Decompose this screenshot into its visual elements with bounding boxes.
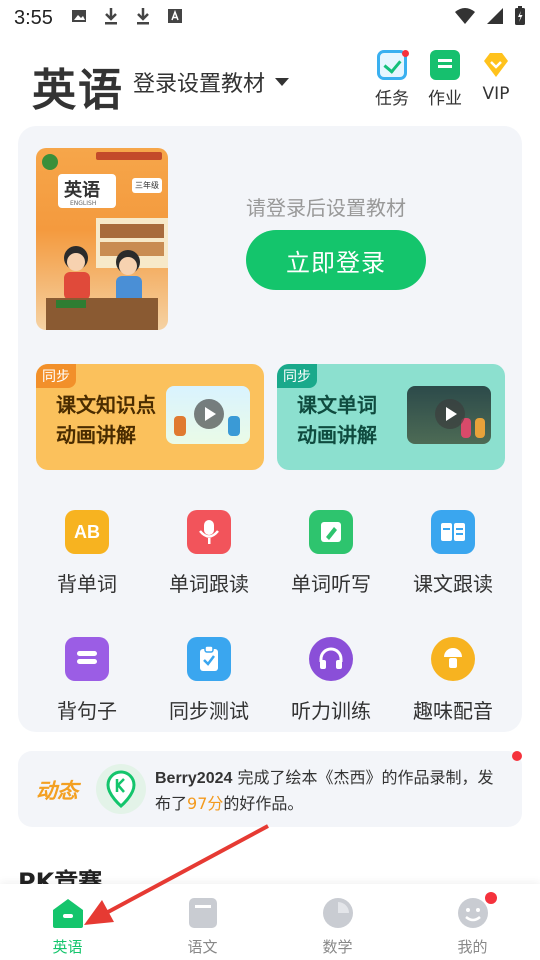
task-badge-dot: [402, 50, 409, 57]
status-bar: 3:55: [0, 0, 540, 36]
microphone-icon: [187, 510, 231, 554]
feature-label: 同步测试: [169, 699, 249, 723]
course-title: 课文单词 动画讲解: [297, 390, 377, 450]
feature-label: 单词听写: [291, 572, 371, 596]
feed-score: 97分: [187, 794, 224, 813]
feature-label: 背句子: [57, 699, 117, 723]
dubbing-lamp-icon: [431, 637, 475, 681]
textbook-selector-label: 登录设置教材: [133, 72, 266, 97]
download-icon: [103, 7, 119, 29]
feed-text-after: 的好作品。: [223, 794, 304, 813]
cover-illustration: [46, 218, 168, 330]
cover-subtitle: ENGLISH: [70, 200, 97, 207]
wifi-icon: [454, 7, 476, 30]
header: 英语 登录设置教材 任务 作业 VIP: [0, 46, 540, 116]
publisher-logo-icon: [42, 154, 58, 170]
feature-label: 听力训练: [291, 699, 371, 723]
textbook-selector[interactable]: 登录设置教材: [133, 66, 290, 98]
feature-listening-training[interactable]: 听力训练: [270, 637, 392, 724]
course-title-line2: 动画讲解: [56, 423, 136, 447]
ab-letters-icon: AB: [65, 510, 109, 554]
login-prompt: 请登录后设置教材: [246, 196, 406, 220]
sentence-lines-icon: [65, 637, 109, 681]
course-title-line1: 课文单词: [297, 393, 377, 417]
nav-label: 英语: [52, 938, 83, 956]
feed-avatar: [96, 764, 146, 814]
sync-tag: 同步: [36, 364, 76, 388]
chinese-book-icon: [185, 896, 221, 930]
caret-down-icon: [275, 78, 290, 86]
vip-button[interactable]: VIP: [472, 50, 520, 104]
task-label: 任务: [375, 89, 409, 109]
vip-diamond-icon: [481, 50, 511, 80]
bottom-nav: 英语 语文 数学 我的: [0, 884, 540, 960]
feature-memorize-sentences[interactable]: 背句子: [26, 637, 148, 724]
play-icon: [435, 399, 465, 429]
nav-profile[interactable]: 我的: [405, 884, 540, 960]
feature-label: 单词跟读: [169, 572, 249, 596]
status-time: 3:55: [14, 6, 53, 29]
cover-header-strip: [96, 152, 162, 160]
feature-fun-dubbing[interactable]: 趣味配音: [392, 637, 514, 724]
feed-text: Berry2024 完成了绘本《杰西》的作品录制，发布了97分的好作品。: [155, 765, 505, 816]
cover-grade: 三年级: [132, 178, 162, 193]
feature-label: 背单词: [57, 572, 117, 596]
feature-memorize-words[interactable]: AB 背单词: [26, 510, 148, 597]
feature-grid: AB 背单词 单词跟读 单词听写 课文跟读 背句子 同步测试 听力训练 趣味配音: [26, 510, 514, 724]
feed-badge-dot: [512, 751, 522, 761]
course-thumbnail: [166, 386, 250, 444]
feature-word-read-along[interactable]: 单词跟读: [148, 510, 270, 597]
nav-math[interactable]: 数学: [270, 884, 405, 960]
task-button[interactable]: 任务: [368, 50, 416, 109]
signal-icon: [486, 7, 504, 30]
textbook-card: 英语 ENGLISH 三年级 请登录后设置教材 立即登录 同步 课文知识点 动画…: [18, 126, 522, 732]
homework-button[interactable]: 作业: [421, 50, 469, 109]
open-book-icon: [431, 510, 475, 554]
course-card-words[interactable]: 同步 课文单词 动画讲解: [277, 364, 505, 470]
course-card-knowledge[interactable]: 同步 课文知识点 动画讲解: [36, 364, 264, 470]
pencil-write-icon: [309, 510, 353, 554]
feed-tag: 动态: [36, 779, 78, 803]
nav-english[interactable]: 英语: [0, 884, 135, 960]
subject-title[interactable]: 英语: [32, 54, 124, 118]
cover-title: 英语: [64, 180, 100, 201]
course-title-line2: 动画讲解: [297, 423, 377, 447]
math-circle-icon: [320, 896, 356, 930]
headphones-icon: [309, 637, 353, 681]
login-button[interactable]: 立即登录: [246, 230, 426, 290]
home-icon: [50, 896, 86, 930]
image-notification-icon: [71, 8, 87, 28]
feature-sync-test[interactable]: 同步测试: [148, 637, 270, 724]
nav-label: 数学: [322, 938, 353, 956]
profile-badge-dot: [485, 892, 497, 904]
status-right-icons: [454, 5, 526, 31]
app-screen: 3:55 英语 登录设置教材 任务 作业 VIP 英语 ENGLISH 三年级 …: [0, 0, 540, 960]
activity-feed-card[interactable]: 动态 Berry2024 完成了绘本《杰西》的作品录制，发布了97分的好作品。: [18, 751, 522, 827]
feed-user[interactable]: Berry2024: [155, 770, 232, 787]
play-icon: [194, 399, 224, 429]
nav-label: 语文: [187, 938, 218, 956]
download-icon: [135, 7, 151, 29]
clipboard-check-icon: [187, 637, 231, 681]
nav-label: 我的: [457, 938, 488, 956]
homework-label: 作业: [428, 89, 462, 109]
homework-icon: [430, 50, 460, 80]
sync-tag: 同步: [277, 364, 317, 388]
battery-icon: [514, 5, 526, 31]
vip-label: VIP: [482, 84, 510, 104]
textbook-cover[interactable]: 英语 ENGLISH 三年级: [36, 148, 168, 330]
course-title: 课文知识点 动画讲解: [56, 390, 156, 450]
font-app-icon: [167, 8, 183, 28]
course-title-line1: 课文知识点: [56, 393, 156, 417]
feature-text-read-along[interactable]: 课文跟读: [392, 510, 514, 597]
feature-word-dictation[interactable]: 单词听写: [270, 510, 392, 597]
course-thumbnail: [407, 386, 491, 444]
feature-label: 课文跟读: [413, 572, 493, 596]
nav-chinese[interactable]: 语文: [135, 884, 270, 960]
feature-label: 趣味配音: [413, 699, 493, 723]
location-k-icon: [106, 770, 136, 808]
